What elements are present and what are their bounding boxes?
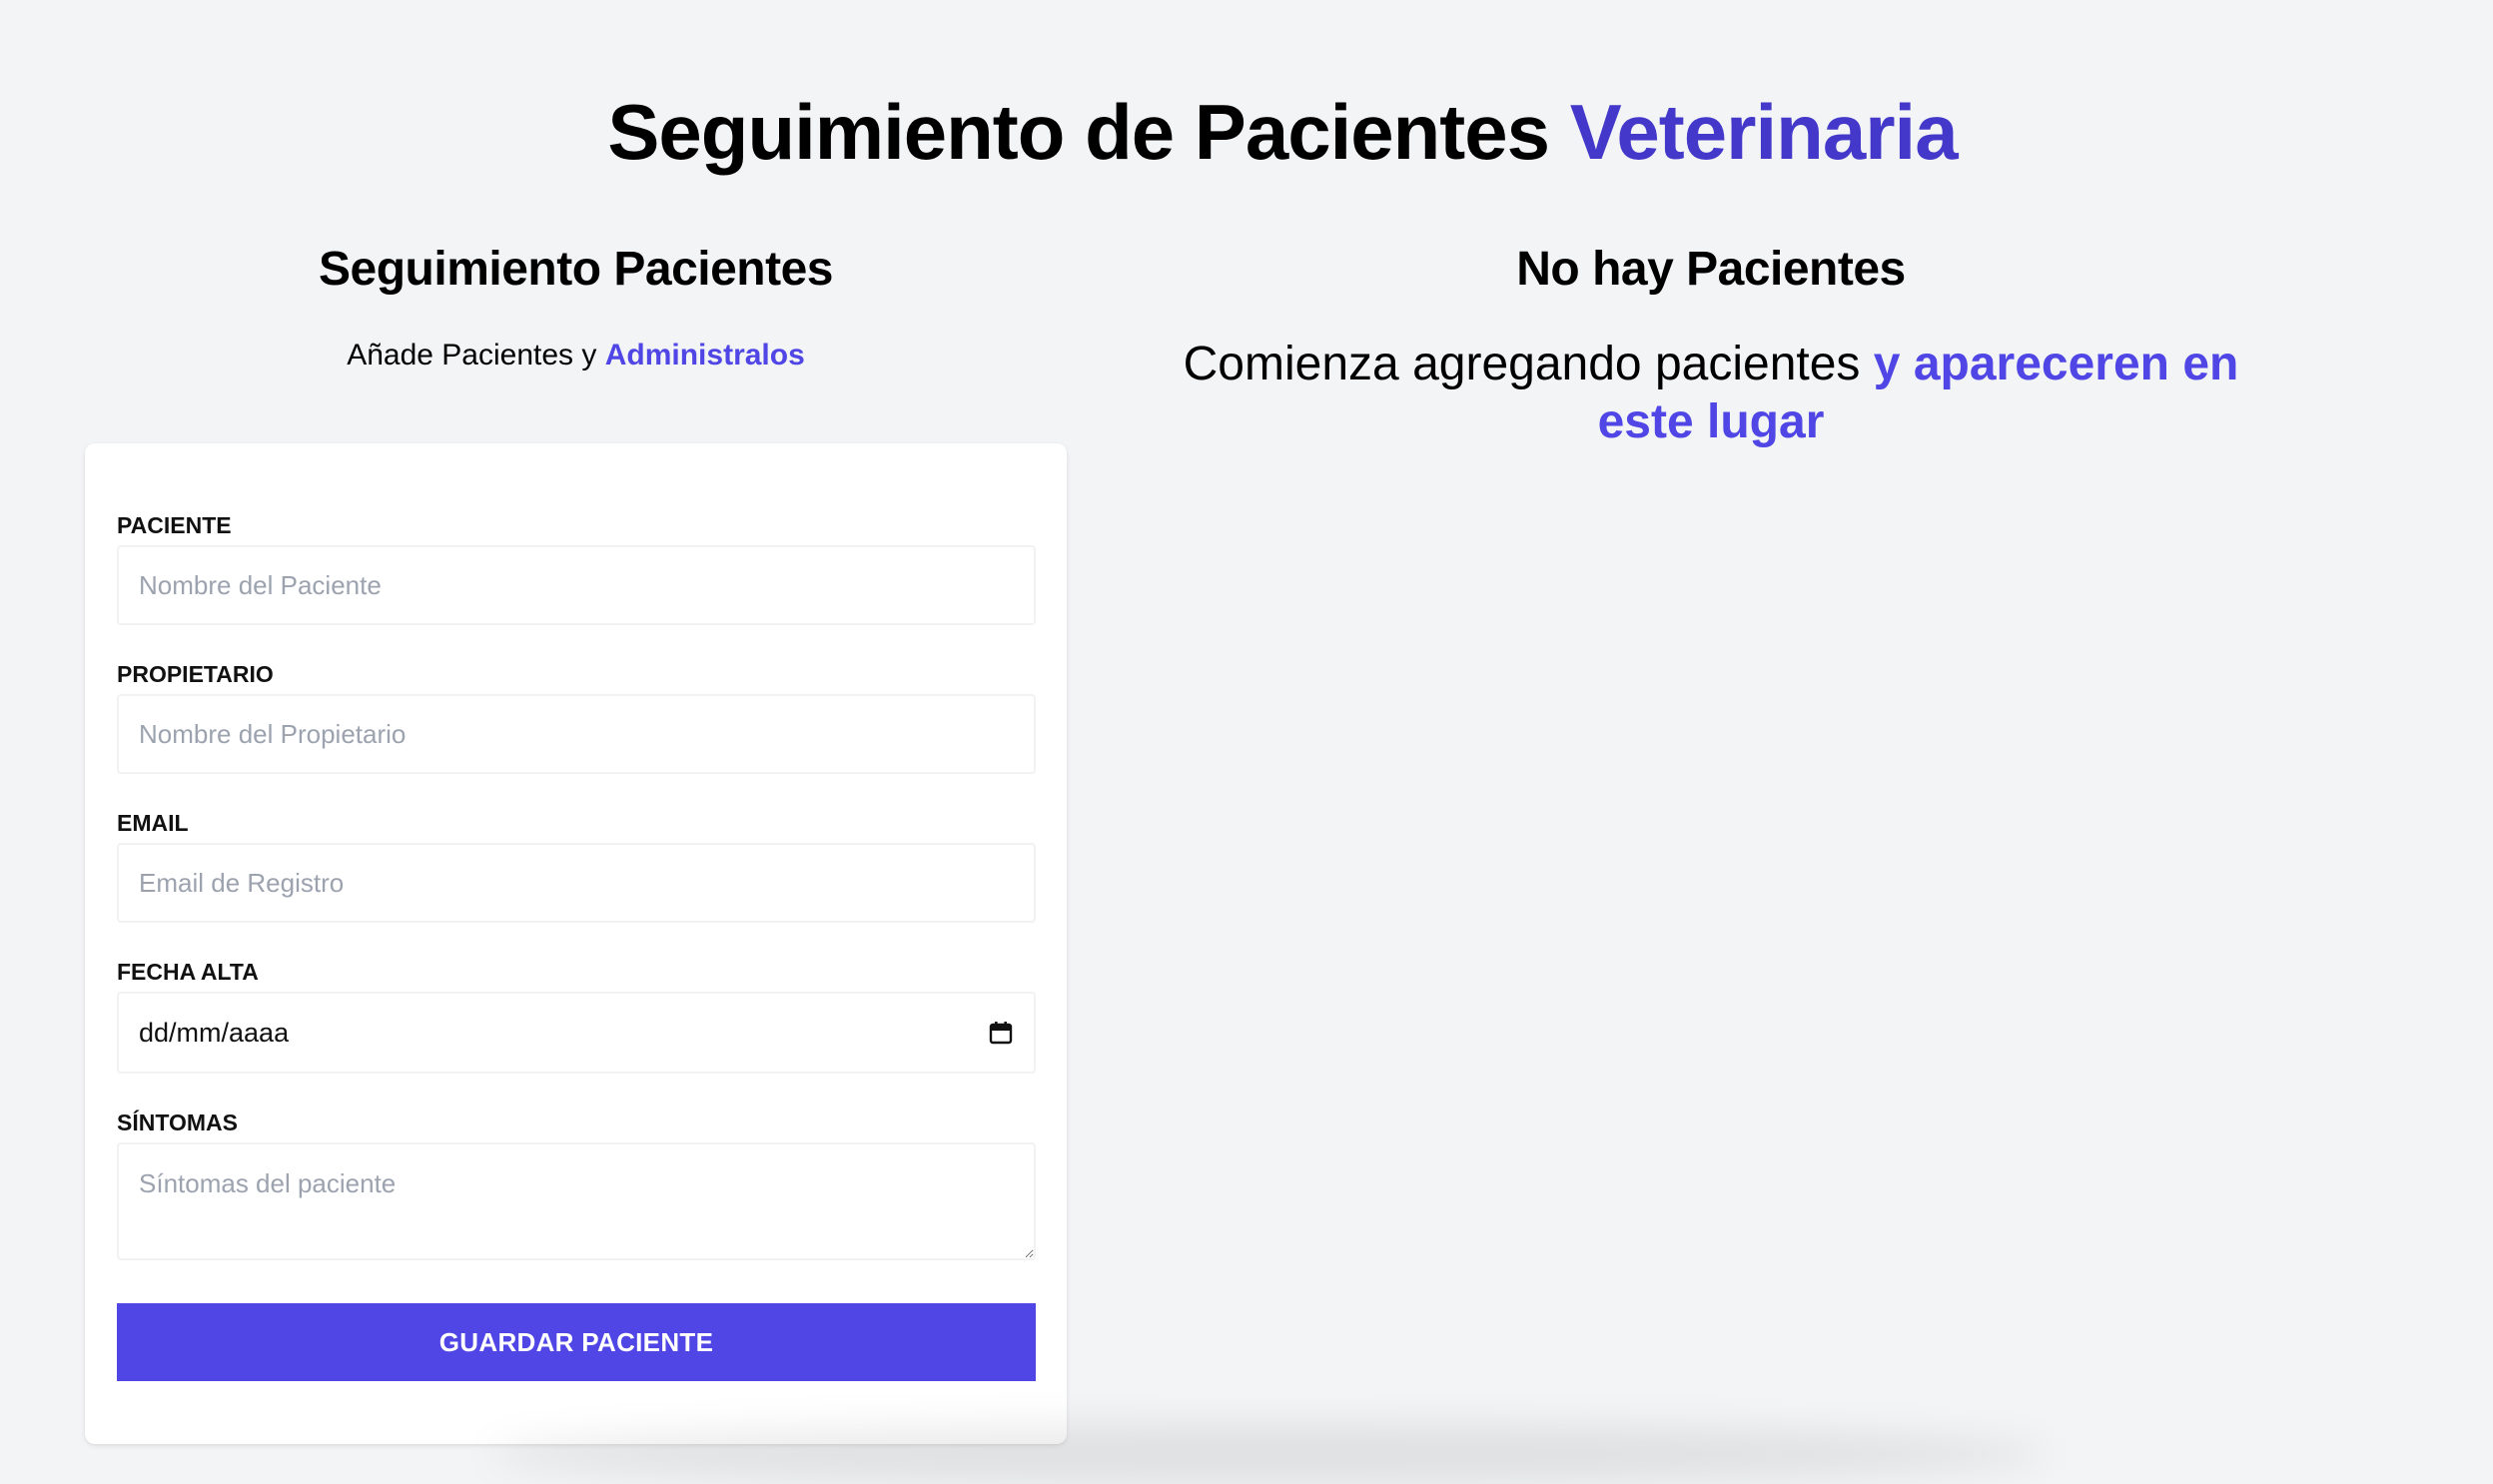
discharge-date-input[interactable]: dd/mm/aaaa [117,992,1036,1074]
empty-list-message-plain: Comienza agregando pacientes [1183,338,1861,390]
empty-list-message: Comienza agregando pacientes y aparecere… [1139,336,2283,451]
form-section-subtitle-plain: Añade Pacientes y [347,339,597,371]
owner-input[interactable] [117,694,1036,774]
page-title: Seguimiento de Pacientes Veterinaria [0,84,2493,180]
symptoms-field: SÍNTOMAS [117,1109,1036,1260]
owner-field: PROPIETARIO [117,660,1036,774]
patient-form: PACIENTE PROPIETARIO EMAIL FECHA ALTA dd… [85,443,1067,1444]
decorative-shadow [489,1424,2048,1484]
form-section-title: Seguimiento Pacientes [319,243,834,296]
symptoms-textarea[interactable] [117,1142,1036,1260]
empty-list-title: No hay Pacientes [1516,243,1906,296]
email-field: EMAIL [117,809,1036,923]
form-section-subtitle: Añade Pacientes y Administralos [85,336,1067,375]
symptoms-label: SÍNTOMAS [117,1110,238,1135]
discharge-date-placeholder: dd/mm/aaaa [139,1017,290,1048]
save-patient-button[interactable]: GUARDAR PACIENTE [117,1303,1036,1381]
form-section-header: Seguimiento Pacientes Añade Pacientes y … [85,240,1067,375]
patient-field: PACIENTE [117,511,1036,625]
discharge-date-label: FECHA ALTA [117,959,259,985]
page-title-main: Seguimiento de Pacientes [607,88,1550,176]
email-input[interactable] [117,843,1036,923]
calendar-icon[interactable] [988,1020,1014,1046]
owner-label: PROPIETARIO [117,661,274,687]
email-label: EMAIL [117,810,189,836]
form-section-subtitle-accent: Administralos [604,339,805,371]
patient-list-section: No hay Pacientes Comienza agregando paci… [1139,240,2283,451]
patient-input[interactable] [117,545,1036,625]
page-title-accent: Veterinaria [1569,88,1959,176]
patient-label: PACIENTE [117,512,232,538]
discharge-date-field: FECHA ALTA dd/mm/aaaa [117,958,1036,1074]
